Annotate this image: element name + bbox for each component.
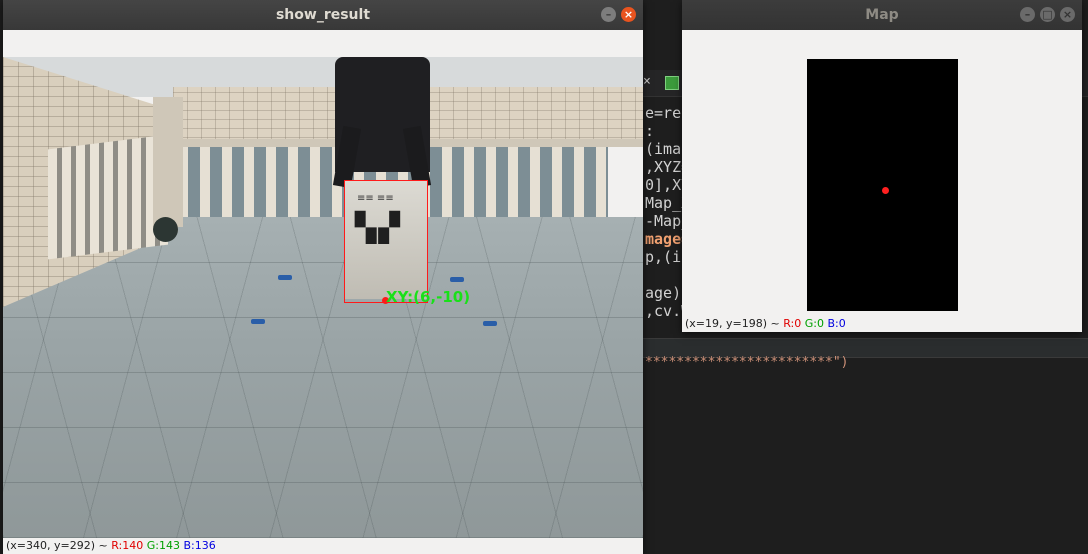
close-icon[interactable]: × xyxy=(1060,7,1075,22)
scene-pillar xyxy=(153,97,183,227)
minimize-icon[interactable]: – xyxy=(601,7,616,22)
window-titlebar[interactable]: show_result – × xyxy=(3,0,643,30)
status-red: R:0 xyxy=(783,317,802,330)
code-line: age) xyxy=(645,284,682,302)
status-red: R:140 xyxy=(111,539,144,552)
close-icon[interactable]: × xyxy=(621,7,636,22)
floor-marker xyxy=(278,275,292,280)
camera-image[interactable]: ≡≡ ≡≡ ▚▞ XY:(6,-10) xyxy=(3,57,643,538)
status-blue: B:0 xyxy=(827,317,846,330)
window-toolbar xyxy=(3,30,643,58)
status-blue: B:136 xyxy=(183,539,216,552)
floor-marker xyxy=(450,277,464,282)
status-green: G:0 xyxy=(804,317,824,330)
status-bar: (x=340, y=292) ~ R:140 G:143 B:136 xyxy=(3,538,643,554)
code-line: : xyxy=(645,122,655,140)
status-coords: (x=340, y=292) ~ xyxy=(6,539,108,552)
map-position-dot xyxy=(882,187,889,194)
show-result-window[interactable]: show_result – × ≡≡ ≡≡ ▚▞ XY:(6,-10) (x=3… xyxy=(3,0,643,554)
window-title: show_result xyxy=(275,7,371,23)
detection-bounding-box xyxy=(344,180,428,303)
map-image[interactable] xyxy=(807,59,958,311)
window-title: Map xyxy=(865,7,899,23)
minimize-icon[interactable]: – xyxy=(1020,7,1035,22)
maximize-icon[interactable]: □ xyxy=(1040,7,1055,22)
map-window[interactable]: Map – □ × (x=19, y=198) ~ R:0 G:0 B:0 xyxy=(682,0,1082,332)
window-toolbar xyxy=(682,30,1082,58)
window-titlebar[interactable]: Map – □ × xyxy=(682,0,1082,30)
status-green: G:143 xyxy=(146,539,180,552)
close-icon[interactable]: × xyxy=(643,74,651,89)
floor-marker xyxy=(483,321,497,326)
status-bar: (x=19, y=198) ~ R:0 G:0 B:0 xyxy=(682,316,1082,332)
floor-marker xyxy=(251,319,265,324)
scene-object xyxy=(153,217,178,242)
status-coords: (x=19, y=198) ~ xyxy=(685,317,780,330)
desktop: × e=res : (imag ,XYZ= 0],XY Map_X -Map_ … xyxy=(0,0,1088,554)
map-canvas[interactable] xyxy=(682,57,1082,316)
image-file-icon xyxy=(665,76,679,90)
xy-coordinate-label: XY:(6,-10) xyxy=(386,288,471,306)
code-line: ************************") xyxy=(645,355,849,370)
scene-left-balusters xyxy=(48,134,168,260)
